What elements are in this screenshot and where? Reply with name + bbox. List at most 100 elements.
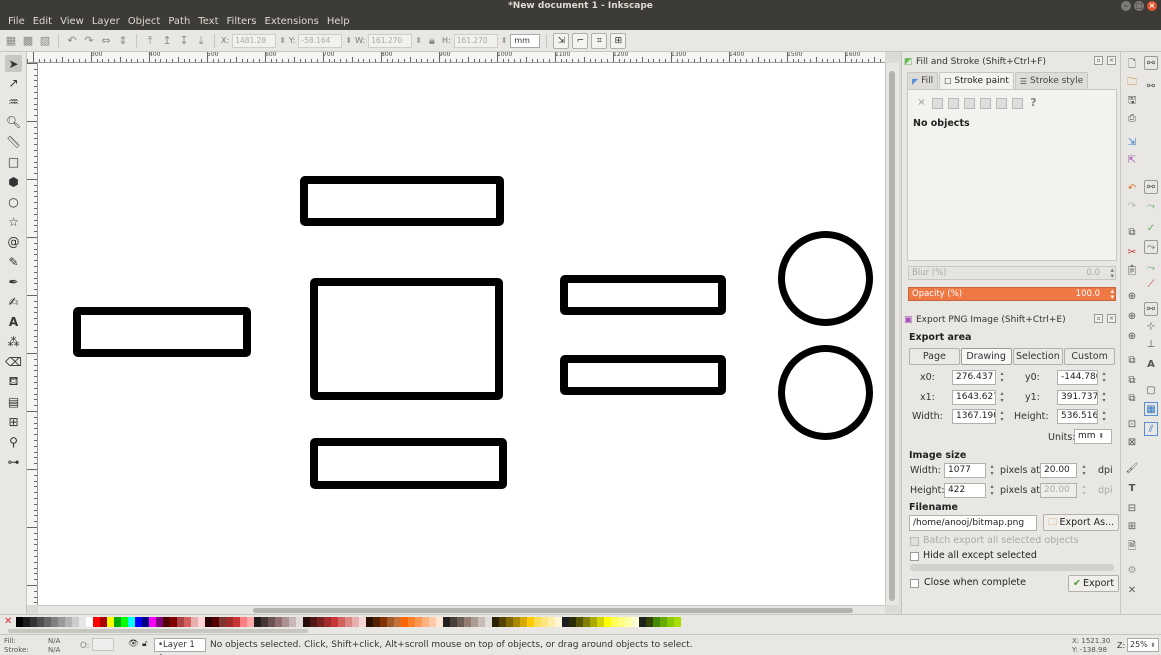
vertical-ruler[interactable]	[27, 63, 38, 605]
panel-iconify-button[interactable]: ▫	[1094, 56, 1103, 65]
y0-spinner[interactable]: ▴ ▾	[1100, 370, 1108, 385]
color-swatch[interactable]	[79, 616, 86, 627]
swatch-icon[interactable]	[1012, 98, 1023, 109]
color-swatch[interactable]	[359, 616, 366, 627]
panel-iconify-button[interactable]: ▫	[1094, 314, 1103, 323]
color-swatch[interactable]	[30, 616, 37, 627]
color-swatch[interactable]	[58, 616, 65, 627]
color-swatch[interactable]	[520, 616, 527, 627]
rectangle-shape[interactable]	[310, 278, 503, 400]
color-swatch[interactable]	[471, 616, 478, 627]
color-swatch[interactable]	[352, 616, 359, 627]
node-tool-icon[interactable]: ↗	[5, 74, 22, 91]
lock-icon[interactable]: 🔒︎	[425, 34, 439, 48]
color-swatch[interactable]	[331, 616, 338, 627]
color-swatch[interactable]	[219, 616, 226, 627]
tools-icon[interactable]: ✕	[1125, 584, 1139, 598]
color-swatch[interactable]	[492, 616, 499, 627]
export-as-button[interactable]: 🗀︎ Export As...	[1043, 514, 1120, 531]
transform-patterns-toggle[interactable]: ⊞	[610, 32, 627, 49]
color-swatch[interactable]	[401, 616, 408, 627]
color-swatch[interactable]	[408, 616, 415, 627]
text-font-dialog-icon[interactable]: T	[1125, 482, 1139, 496]
h-spinner[interactable]: ⬍	[501, 36, 508, 45]
color-swatch[interactable]	[422, 616, 429, 627]
snap-guide-icon[interactable]: ⫽	[1144, 422, 1158, 436]
dpi-field[interactable]: 20.00	[1040, 463, 1077, 478]
color-swatch[interactable]	[275, 616, 282, 627]
mesh-tool-icon[interactable]: ⊞	[5, 413, 22, 430]
tab-fill[interactable]: ◤ Fill	[907, 72, 939, 89]
color-swatch[interactable]	[149, 616, 156, 627]
width-field[interactable]: 1367.190	[952, 409, 996, 424]
color-swatch[interactable]	[653, 616, 660, 627]
circle-shape[interactable]	[778, 345, 873, 440]
color-swatch[interactable]	[247, 616, 254, 627]
img-width-spinner[interactable]: ▴ ▾	[988, 463, 996, 478]
color-swatch[interactable]	[86, 616, 93, 627]
connector-tool-icon[interactable]: ⊶	[5, 453, 22, 470]
tweak-tool-icon[interactable]: ♒	[5, 93, 22, 110]
y-field[interactable]: -58.164	[298, 33, 343, 48]
export-button[interactable]: ✔ Export	[1068, 575, 1120, 592]
color-swatch[interactable]	[212, 616, 219, 627]
color-swatch[interactable]	[513, 616, 520, 627]
dpi-spinner[interactable]: ▴ ▾	[1080, 463, 1088, 478]
x0-field[interactable]: 276.437	[952, 370, 996, 385]
flat-color-icon[interactable]	[932, 98, 943, 109]
paste-icon[interactable]: 📋︎	[1125, 264, 1139, 278]
color-swatch[interactable]	[457, 616, 464, 627]
color-swatch[interactable]	[100, 616, 107, 627]
color-swatch[interactable]	[394, 616, 401, 627]
color-swatch[interactable]	[254, 616, 261, 627]
color-swatch[interactable]	[590, 616, 597, 627]
opacity-spinner[interactable]: ▴ ▾	[1110, 288, 1114, 301]
layer-select[interactable]: •Layer 1 ⬍	[154, 638, 206, 655]
eraser-tool-icon[interactable]: ⌫	[5, 353, 22, 370]
horizontal-scroll-thumb[interactable]	[253, 608, 853, 613]
height-field[interactable]: 536.516	[1057, 409, 1098, 424]
color-swatch[interactable]	[548, 616, 555, 627]
h-field[interactable]: 161.270	[453, 33, 498, 48]
zoom-drawing-icon[interactable]: ⊕	[1125, 310, 1139, 324]
menu-file[interactable]: File	[4, 13, 29, 30]
color-swatch[interactable]	[142, 616, 149, 627]
pattern-icon[interactable]	[996, 98, 1007, 109]
duplicate-icon[interactable]: ⧉	[1125, 354, 1139, 368]
snap-smooth-icon[interactable]: ⤳	[1144, 262, 1158, 276]
menu-text[interactable]: Text	[194, 13, 222, 30]
close-when-complete-checkbox[interactable]	[910, 579, 919, 588]
color-swatch[interactable]	[478, 616, 485, 627]
color-swatch[interactable]	[128, 616, 135, 627]
gradient-tool-icon[interactable]: ▤	[5, 393, 22, 410]
radial-gradient-icon[interactable]	[964, 98, 975, 109]
color-swatch[interactable]	[632, 616, 639, 627]
filename-field[interactable]: /home/anooj/bitmap.png	[909, 515, 1037, 531]
color-swatch[interactable]	[443, 616, 450, 627]
y1-spinner[interactable]: ▴ ▾	[1100, 390, 1108, 405]
color-swatch[interactable]	[674, 616, 681, 627]
horizontal-ruler[interactable]: 300 400 500 600 700 800 900 1000 1100 1200 1300 140…	[27, 52, 885, 63]
color-swatch[interactable]	[562, 616, 569, 627]
layer-visibility-icon[interactable]: 👁︎	[128, 639, 139, 649]
ellipse-tool-icon[interactable]: ○	[5, 193, 22, 210]
scale-stroke-toggle[interactable]: ⇲	[553, 32, 570, 49]
color-swatch[interactable]	[261, 616, 268, 627]
zoom-field[interactable]: 25% ⬍	[1127, 638, 1159, 652]
import-icon[interactable]: ⇲	[1125, 136, 1139, 150]
paint-bucket-tool-icon[interactable]: ⛾	[5, 373, 22, 390]
x1-spinner[interactable]: ▴ ▾	[998, 390, 1006, 405]
palette-scroll-thumb[interactable]	[8, 629, 308, 633]
layer-lock-icon[interactable]: 🔓︎	[142, 639, 148, 649]
lower-icon[interactable]: ↧	[177, 34, 191, 48]
color-swatch[interactable]	[93, 616, 100, 627]
color-swatch[interactable]	[303, 616, 310, 627]
blur-slider[interactable]: Blur (%) 0.0 ▴ ▾	[908, 266, 1116, 280]
color-swatch[interactable]	[198, 616, 205, 627]
snap-center-icon[interactable]: ⊹	[1144, 320, 1158, 334]
color-swatch[interactable]	[107, 616, 114, 627]
open-file-icon[interactable]: 🗀︎	[1125, 76, 1139, 90]
rectangle-shape[interactable]	[310, 438, 507, 489]
raise-to-top-icon[interactable]: ⤒	[143, 34, 157, 48]
save-icon[interactable]: 🖫︎	[1125, 94, 1139, 108]
